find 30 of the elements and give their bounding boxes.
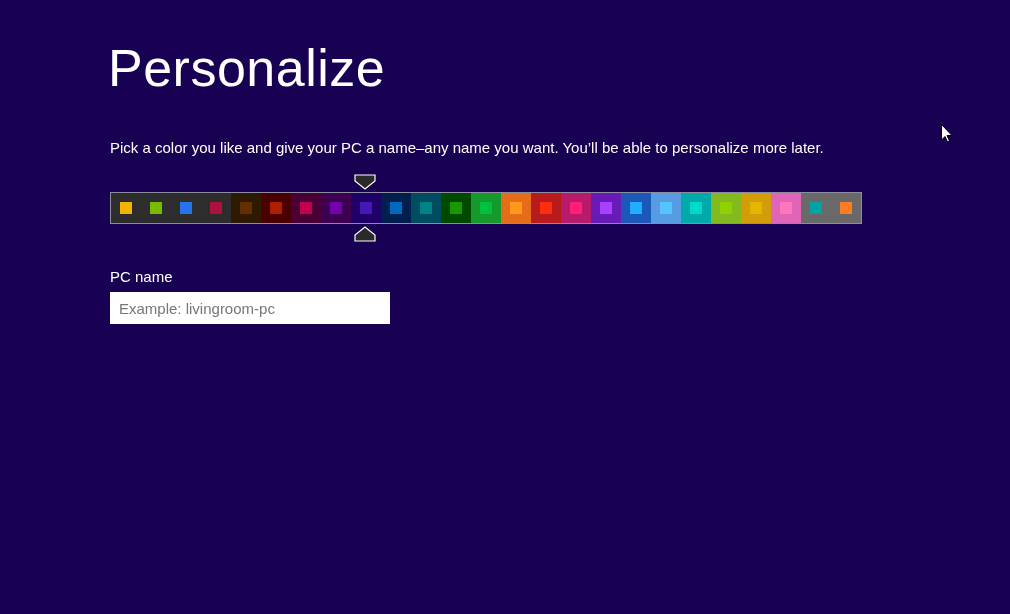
color-swatch[interactable]: [741, 193, 771, 223]
color-swatch[interactable]: [471, 193, 501, 223]
color-swatch[interactable]: [501, 193, 531, 223]
color-swatch[interactable]: [831, 193, 861, 223]
color-swatch[interactable]: [771, 193, 801, 223]
instruction-text: Pick a color you like and give your PC a name–any name you want. You’ll be able to personalize more later.: [110, 139, 824, 156]
color-swatch[interactable]: [711, 193, 741, 223]
cursor-icon: [941, 124, 953, 143]
color-swatch[interactable]: [231, 193, 261, 223]
color-swatch[interactable]: [201, 193, 231, 223]
color-swatch[interactable]: [801, 193, 831, 223]
color-swatch[interactable]: [621, 193, 651, 223]
color-swatch[interactable]: [441, 193, 471, 223]
page-title: Personalize: [108, 38, 386, 98]
field-label: PC name: [110, 268, 173, 285]
color-swatch[interactable]: [351, 193, 381, 223]
color-swatch[interactable]: [261, 193, 291, 223]
pc-name-field[interactable]: Example: livingroom-pc: [110, 292, 390, 324]
pointer-up-icon: [354, 226, 376, 242]
color-swatch[interactable]: [531, 193, 561, 223]
color-swatch[interactable]: [651, 193, 681, 223]
color-swatch[interactable]: [411, 193, 441, 223]
color-swatch[interactable]: [591, 193, 621, 223]
color-swatch[interactable]: [381, 193, 411, 223]
color-swatch[interactable]: [321, 193, 351, 223]
color-swatch[interactable]: [681, 193, 711, 223]
pointer-down-icon: [354, 174, 376, 190]
color-swatch[interactable]: [111, 193, 141, 223]
color-swatch[interactable]: [291, 193, 321, 223]
color-swatch[interactable]: [561, 193, 591, 223]
